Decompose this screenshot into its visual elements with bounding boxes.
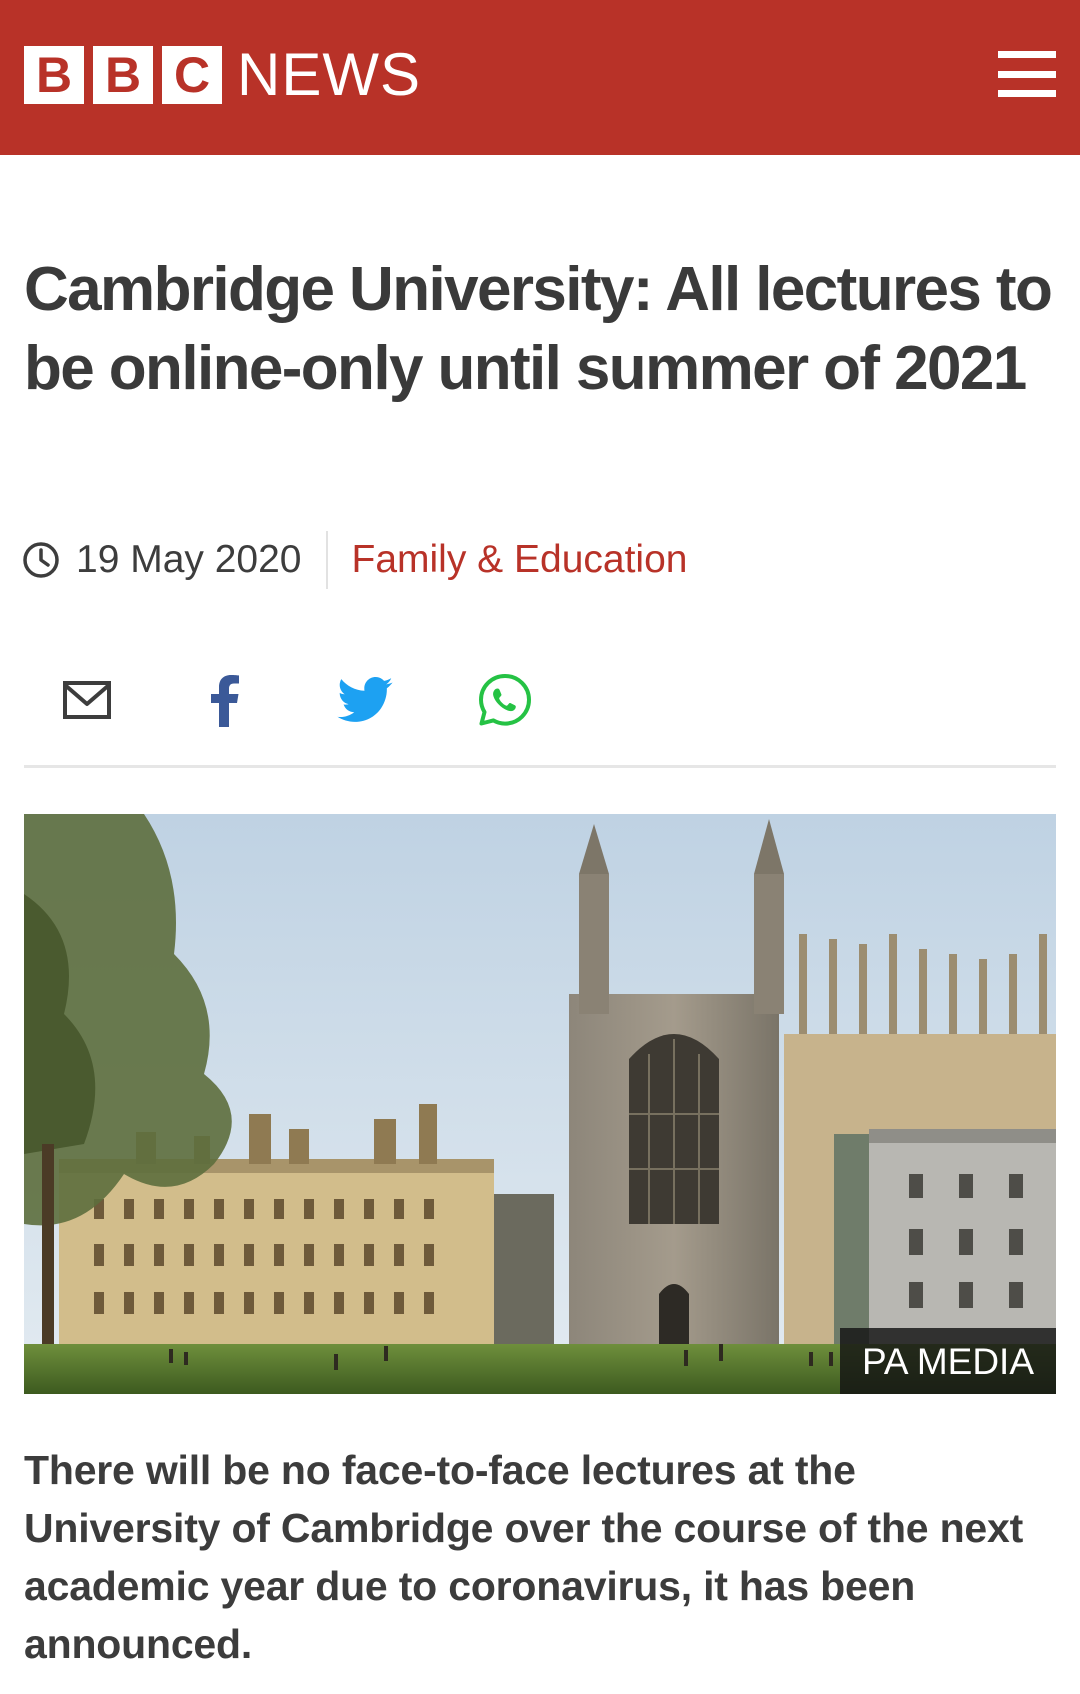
hamburger-menu-icon[interactable] <box>998 51 1056 97</box>
bbc-news-logo[interactable]: B B C NEWS <box>24 41 421 108</box>
clock-icon <box>23 542 59 578</box>
logo-word-news: NEWS <box>237 41 421 108</box>
share-divider <box>24 765 1056 768</box>
category-link[interactable]: Family & Education <box>352 538 688 582</box>
article-meta: 19 May 2020 Family & Education <box>22 530 687 590</box>
share-bar <box>0 665 1080 735</box>
hero-image: PA MEDIA <box>24 814 1056 1394</box>
logo-block-b2: B <box>93 46 153 104</box>
share-email-button[interactable] <box>52 665 122 735</box>
logo-block-c: C <box>162 46 222 104</box>
twitter-icon <box>337 677 393 722</box>
share-facebook-button[interactable] <box>189 665 259 735</box>
logo-block-b1: B <box>24 46 84 104</box>
email-icon <box>63 681 111 719</box>
share-whatsapp-button[interactable] <box>470 665 540 735</box>
menu-bar <box>998 70 1056 78</box>
site-header: B B C NEWS <box>0 0 1080 155</box>
article-lead-paragraph: There will be no face-to-face lectures a… <box>24 1447 1024 1667</box>
share-twitter-button[interactable] <box>330 665 400 735</box>
menu-bar <box>998 90 1056 97</box>
meta-divider <box>325 531 328 589</box>
whatsapp-icon <box>479 674 531 726</box>
menu-bar <box>998 51 1056 58</box>
kings-college-photo <box>24 814 1056 1394</box>
facebook-icon <box>211 675 239 727</box>
publish-date: 19 May 2020 <box>76 538 302 581</box>
image-credit: PA MEDIA <box>839 1328 1056 1394</box>
article-headline: Cambridge University: All lectures to be… <box>24 255 1053 403</box>
